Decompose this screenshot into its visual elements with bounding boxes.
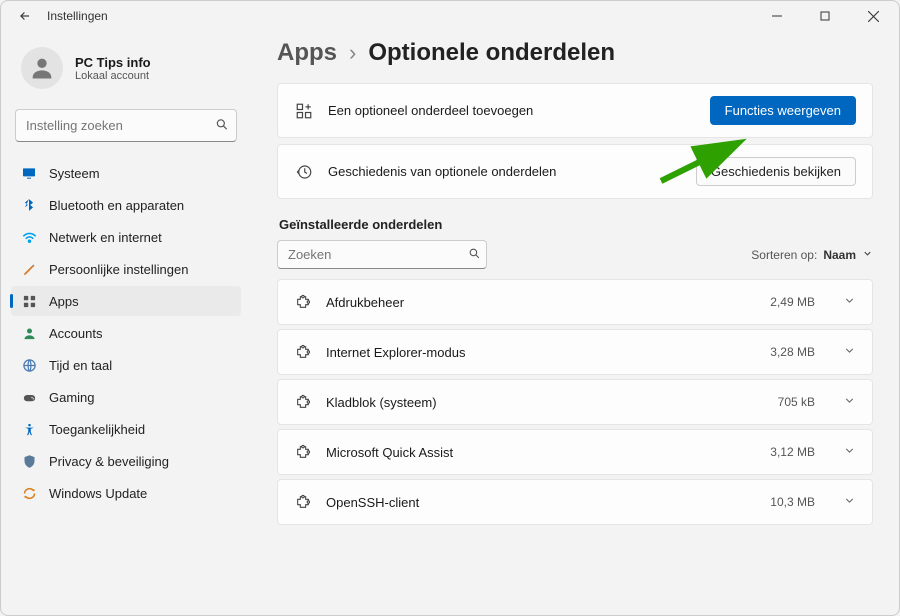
view-features-button[interactable]: Functies weergeven	[710, 96, 856, 125]
feature-list: Afdrukbeheer 2,49 MB Internet Explorer-m…	[277, 279, 873, 525]
puzzle-icon	[294, 343, 312, 361]
search-icon	[215, 117, 229, 134]
feature-size: 10,3 MB	[770, 495, 815, 509]
sidebar-item-apps[interactable]: Apps	[11, 286, 241, 316]
settings-search[interactable]	[15, 109, 237, 142]
search-icon	[468, 247, 481, 263]
sidebar-item-privacy[interactable]: Privacy & beveiliging	[11, 446, 241, 476]
chevron-down-icon	[843, 344, 856, 360]
main-content: Apps › Optionele onderdelen Een optionee…	[251, 31, 899, 615]
sidebar-item-toegankelijkheid[interactable]: Toegankelijkheid	[11, 414, 241, 444]
puzzle-icon	[294, 443, 312, 461]
settings-window: Instellingen PC Tips info Lokaal account	[0, 0, 900, 616]
feature-item[interactable]: Kladblok (systeem) 705 kB	[277, 379, 873, 425]
profile-subtitle: Lokaal account	[75, 70, 151, 82]
window-title: Instellingen	[47, 9, 108, 23]
sidebar-item-systeem[interactable]: Systeem	[11, 158, 241, 188]
feature-name: Afdrukbeheer	[326, 295, 756, 310]
accounts-icon	[21, 325, 37, 341]
add-feature-label: Een optioneel onderdeel toevoegen	[328, 103, 696, 118]
windows-update-icon	[21, 485, 37, 501]
sidebar-item-windowsupdate[interactable]: Windows Update	[11, 478, 241, 508]
history-card: Geschiedenis van optionele onderdelen Ge…	[277, 144, 873, 199]
breadcrumb-current: Optionele onderdelen	[368, 39, 615, 67]
sidebar-item-label: Persoonlijke instellingen	[49, 262, 188, 277]
sidebar-item-label: Toegankelijkheid	[49, 422, 145, 437]
installed-search[interactable]	[277, 240, 487, 269]
sort-value: Naam	[823, 248, 856, 262]
profile-block[interactable]: PC Tips info Lokaal account	[11, 39, 241, 101]
sort-dropdown[interactable]: Sorteren op: Naam	[751, 248, 873, 262]
feature-size: 3,12 MB	[770, 445, 815, 459]
sidebar-item-label: Netwerk en internet	[49, 230, 162, 245]
personalization-icon	[21, 261, 37, 277]
installed-section-title: Geïnstalleerde onderdelen	[279, 217, 873, 232]
filter-row: Sorteren op: Naam	[277, 240, 873, 269]
sidebar-item-label: Privacy & beveiliging	[49, 454, 169, 469]
puzzle-icon	[294, 293, 312, 311]
add-feature-card: Een optioneel onderdeel toevoegen Functi…	[277, 83, 873, 138]
feature-name: Microsoft Quick Assist	[326, 445, 756, 460]
history-label: Geschiedenis van optionele onderdelen	[328, 164, 682, 179]
sidebar-item-accounts[interactable]: Accounts	[11, 318, 241, 348]
sidebar-item-label: Windows Update	[49, 486, 147, 501]
bluetooth-icon	[21, 197, 37, 213]
sidebar-item-tijdentaal[interactable]: Tijd en taal	[11, 350, 241, 380]
puzzle-icon	[294, 393, 312, 411]
sidebar-item-persoonlijk[interactable]: Persoonlijke instellingen	[11, 254, 241, 284]
installed-search-input[interactable]	[277, 240, 487, 269]
sidebar-item-label: Apps	[49, 294, 79, 309]
feature-name: Kladblok (systeem)	[326, 395, 764, 410]
search-input[interactable]	[15, 109, 237, 142]
sidebar-item-label: Accounts	[49, 326, 102, 341]
chevron-down-icon	[843, 494, 856, 510]
minimize-button[interactable]	[757, 2, 797, 30]
titlebar: Instellingen	[1, 1, 899, 31]
apps-icon	[21, 293, 37, 309]
system-icon	[21, 165, 37, 181]
chevron-down-icon	[843, 444, 856, 460]
time-language-icon	[21, 357, 37, 373]
sidebar-item-label: Systeem	[49, 166, 100, 181]
breadcrumb-parent[interactable]: Apps	[277, 39, 337, 67]
breadcrumb: Apps › Optionele onderdelen	[277, 39, 873, 67]
privacy-icon	[21, 453, 37, 469]
feature-item[interactable]: OpenSSH-client 10,3 MB	[277, 479, 873, 525]
sidebar: PC Tips info Lokaal account Systeem	[1, 31, 251, 615]
avatar	[21, 47, 63, 89]
sidebar-item-bluetooth[interactable]: Bluetooth en apparaten	[11, 190, 241, 220]
sidebar-item-label: Tijd en taal	[49, 358, 112, 373]
sort-label: Sorteren op:	[751, 248, 817, 262]
sidebar-item-label: Gaming	[49, 390, 95, 405]
feature-size: 2,49 MB	[770, 295, 815, 309]
network-icon	[21, 229, 37, 245]
maximize-button[interactable]	[805, 2, 845, 30]
feature-item[interactable]: Afdrukbeheer 2,49 MB	[277, 279, 873, 325]
feature-size: 3,28 MB	[770, 345, 815, 359]
chevron-down-icon	[843, 394, 856, 410]
feature-item[interactable]: Microsoft Quick Assist 3,12 MB	[277, 429, 873, 475]
add-grid-icon	[294, 101, 314, 121]
feature-item[interactable]: Internet Explorer-modus 3,28 MB	[277, 329, 873, 375]
sidebar-nav: Systeem Bluetooth en apparaten Netwerk e…	[11, 158, 241, 508]
sidebar-item-netwerk[interactable]: Netwerk en internet	[11, 222, 241, 252]
accessibility-icon	[21, 421, 37, 437]
feature-size: 705 kB	[778, 395, 815, 409]
history-icon	[294, 162, 314, 182]
chevron-right-icon: ›	[349, 40, 356, 66]
sidebar-item-label: Bluetooth en apparaten	[49, 198, 184, 213]
close-button[interactable]	[853, 2, 893, 30]
puzzle-icon	[294, 493, 312, 511]
profile-name: PC Tips info	[75, 55, 151, 70]
chevron-down-icon	[862, 248, 873, 262]
view-history-button[interactable]: Geschiedenis bekijken	[696, 157, 856, 186]
back-button[interactable]	[11, 2, 39, 30]
feature-name: Internet Explorer-modus	[326, 345, 756, 360]
gaming-icon	[21, 389, 37, 405]
feature-name: OpenSSH-client	[326, 495, 756, 510]
chevron-down-icon	[843, 294, 856, 310]
sidebar-item-gaming[interactable]: Gaming	[11, 382, 241, 412]
